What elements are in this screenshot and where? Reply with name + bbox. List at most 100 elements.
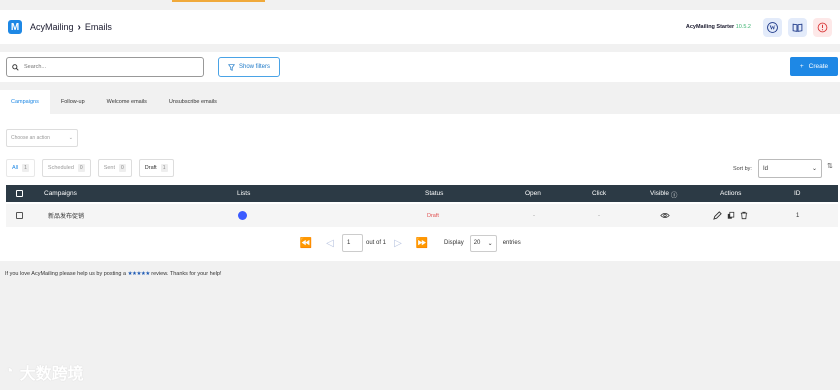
search-input[interactable] [24, 64, 194, 70]
col-campaigns[interactable]: Campaigns [44, 185, 77, 202]
svg-text:W: W [769, 25, 775, 31]
sort-by-label: Sort by: [733, 166, 752, 172]
footer-text-after: review. Thanks for your help! [151, 271, 222, 277]
col-visible: Visible ⓘ [650, 185, 677, 202]
row-actions [713, 204, 748, 227]
chevron-down-icon: ⌄ [487, 240, 493, 247]
status-filter-sent[interactable]: Sent 0 [97, 159, 132, 177]
bulk-action-placeholder: Choose an action [11, 135, 50, 141]
col-lists: Lists [237, 190, 251, 197]
tab-follow-up[interactable]: Follow-up [50, 90, 96, 114]
toolbar: Show filters + Create [0, 52, 840, 82]
status-count-badge: 0 [77, 164, 85, 172]
last-page-icon[interactable]: ⏩ [410, 238, 434, 249]
watermark-text: 大数跨境 [19, 366, 84, 383]
select-all-cell [16, 185, 23, 202]
status-filter-label: Draft [144, 165, 157, 171]
status-filter-label: Sent [103, 165, 116, 171]
header-actions: AcyMailing Starter 10.5.2 W [686, 17, 832, 37]
status-filter-scheduled[interactable]: Scheduled 0 [41, 159, 91, 177]
footer-text-before: If you love AcyMailing please help us by… [5, 271, 127, 277]
bulk-action-select[interactable]: Choose an action ⌄ [6, 129, 78, 147]
visible-cell [660, 204, 670, 227]
status-filter-label: All [12, 165, 19, 171]
per-page-select[interactable]: 20 ⌄ [469, 234, 497, 252]
col-id[interactable]: ID [794, 185, 801, 202]
duplicate-icon[interactable] [727, 211, 735, 220]
info-icon: ⓘ [670, 191, 678, 199]
email-type-tabs: Campaigns Follow-up Welcome emails Unsub… [0, 90, 840, 114]
status-count-badge: 1 [160, 164, 168, 172]
row-select-cell [16, 204, 23, 227]
tab-campaigns[interactable]: Campaigns [0, 90, 50, 114]
create-button[interactable]: + Create [790, 57, 838, 76]
header-bar: M AcyMailing › Emails AcyMailing Starter… [0, 10, 840, 44]
brand-name[interactable]: AcyMailing [30, 22, 74, 32]
status-filter-label: Scheduled [47, 165, 74, 171]
watermark: ◔ 大数跨境 [4, 360, 84, 384]
search-box[interactable] [6, 57, 204, 77]
page-number-input[interactable]: 1 [342, 234, 363, 252]
entries-label: entries [502, 240, 521, 246]
select-all-checkbox[interactable] [16, 190, 23, 197]
status-count-badge: 0 [119, 164, 126, 172]
plus-icon: + [799, 63, 804, 70]
chevron-down-icon: ⌄ [68, 135, 73, 141]
eye-icon[interactable] [660, 212, 670, 219]
table-row: 新品发布促销 Draft - - 1 [6, 204, 838, 227]
status-filter-draft[interactable]: Draft 1 [138, 159, 174, 177]
edit-pencil-icon[interactable] [713, 211, 722, 220]
show-filters-label: Show filters [238, 64, 270, 70]
click-value: - [598, 212, 600, 219]
tab-unsubscribe-emails[interactable]: Unsubscribe emails [158, 90, 228, 114]
col-visible-label: Visible [650, 190, 670, 197]
table-header: Campaigns Lists Status Open Click Visibl… [6, 185, 838, 202]
sort-by-value: Id [763, 165, 769, 172]
review-stars-link[interactable]: ★★★★★ [128, 271, 151, 277]
acymailing-logo-icon: M [8, 20, 22, 34]
version-label: AcyMailing Starter 10.5.2 [686, 24, 751, 30]
campaign-name[interactable]: 新品发布促销 [48, 204, 84, 227]
display-label: Display [444, 240, 464, 246]
chevron-right-icon: › [77, 21, 81, 33]
watermark-logo-icon: ◔ [4, 363, 14, 380]
open-value: - [533, 212, 535, 219]
alert-info-icon[interactable] [813, 17, 832, 37]
breadcrumb-emails: Emails [84, 22, 112, 32]
col-actions: Actions [720, 190, 742, 197]
col-click[interactable]: Click [592, 185, 606, 202]
page-of-label: out of 1 [366, 240, 387, 246]
chevron-down-icon: ⌄ [811, 166, 817, 172]
show-filters-button[interactable]: Show filters [218, 57, 280, 77]
search-icon [12, 63, 19, 71]
first-page-icon[interactable]: ⏪ [294, 238, 318, 249]
col-status[interactable]: Status [425, 185, 443, 202]
version-number: 10.5.2 [735, 24, 751, 30]
trash-icon[interactable] [740, 211, 748, 220]
list-cell [238, 204, 247, 227]
version-label-text: AcyMailing Starter [685, 24, 735, 30]
review-footer: If you love AcyMailing please help us by… [5, 271, 222, 277]
status-draft-label: Draft [427, 212, 439, 219]
status-count-badge: 1 [22, 164, 29, 172]
documentation-book-icon[interactable] [788, 17, 807, 37]
pagination: ⏪ ◁ 1 out of 1 ▷ ⏩ Display 20 ⌄ entries [294, 233, 521, 253]
sort-direction-icon[interactable]: ⇅ [827, 162, 833, 170]
per-page-value: 20 [473, 240, 481, 246]
tab-welcome-emails[interactable]: Welcome emails [96, 90, 158, 114]
list-color-dot[interactable] [238, 211, 247, 220]
prev-page-icon[interactable]: ◁ [318, 238, 342, 249]
wordpress-icon[interactable]: W [763, 17, 782, 37]
filter-icon [227, 63, 235, 71]
status-filter-bar: All 1 Scheduled 0 Sent 0 Draft 1 [6, 159, 174, 177]
next-page-icon[interactable]: ▷ [386, 238, 410, 249]
top-accent-bar [172, 0, 265, 2]
col-open[interactable]: Open [525, 185, 541, 202]
row-id: 1 [796, 212, 800, 219]
create-label: Create [808, 63, 829, 70]
sort-by-select[interactable]: Id ⌄ [758, 159, 822, 178]
top-strip [0, 0, 840, 3]
status-filter-all[interactable]: All 1 [6, 159, 35, 177]
campaigns-panel: Choose an action ⌄ All 1 Scheduled 0 Sent 0… [0, 114, 840, 261]
row-checkbox[interactable] [16, 212, 23, 219]
